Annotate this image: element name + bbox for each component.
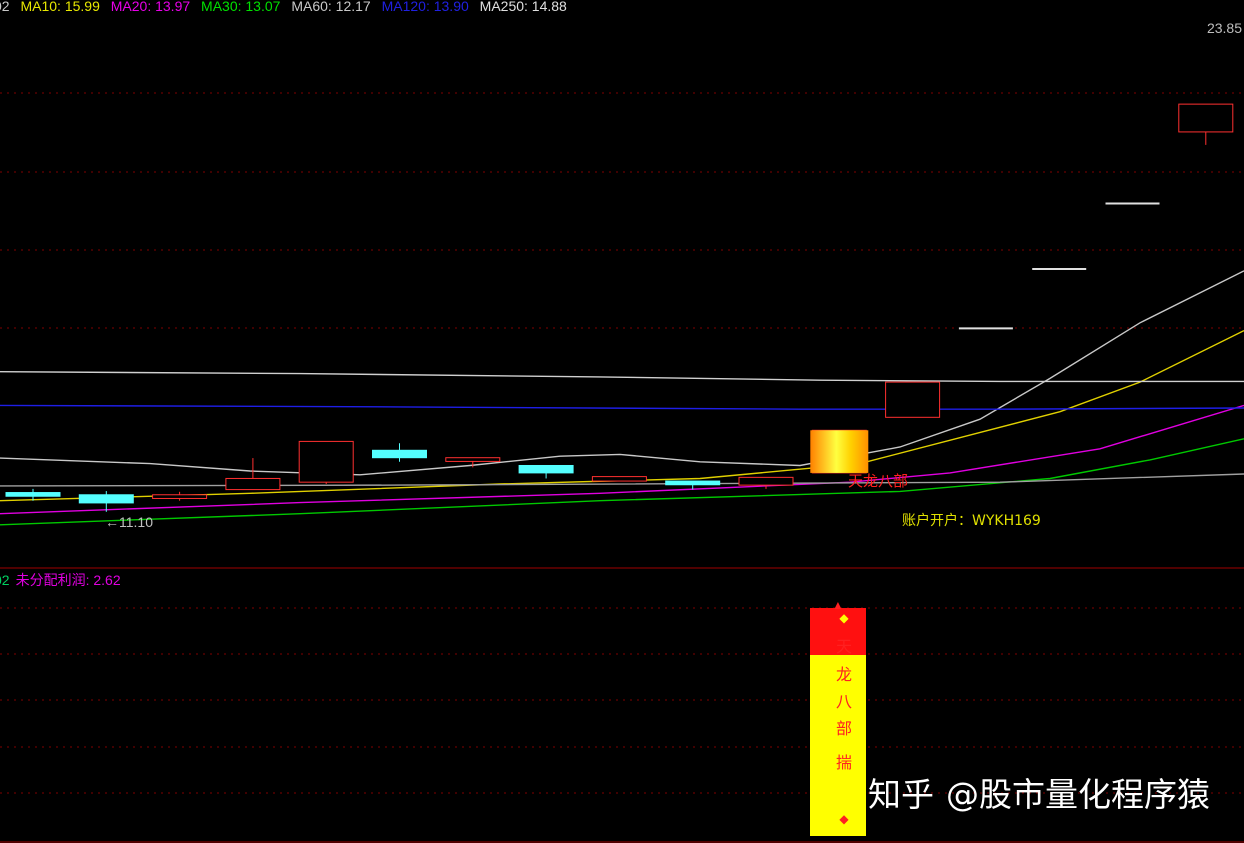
watermark: 知乎 @股市量化程序猿: [868, 768, 1210, 816]
candle-body-up: [298, 440, 354, 483]
sub-panel-label: 未分配利润: 2.62: [15, 572, 121, 588]
signal-arrow-top: ▲: [832, 598, 844, 612]
signal-char: 龙: [836, 665, 852, 684]
signal-column: ▲ ◆ 天 龙 八 部 揣 ◆: [810, 598, 866, 836]
watermark-author: @股市量化程序猿: [946, 775, 1210, 814]
signal-candle-highlight: [810, 430, 869, 473]
candle-body-up: [152, 494, 208, 499]
legend-ma120: MA120: 13.90: [381, 0, 469, 14]
candle-body-down: [518, 464, 574, 474]
legend-ma20: MA20: 13.97: [110, 0, 191, 14]
grid-lines: [0, 92, 1244, 843]
candle-body-up: [1178, 103, 1234, 133]
legend-ma60: MA60: 12.17: [291, 0, 371, 14]
candle-body-up: [885, 381, 941, 418]
candle-body-down: [5, 492, 61, 497]
signal-diamond-top: ◆: [839, 611, 849, 625]
signal-char: 部: [836, 719, 852, 738]
sub-panel-prefix: 02: [0, 572, 10, 588]
candle-body-down: [78, 494, 134, 504]
legend-ma10: MA10: 15.99: [20, 0, 100, 14]
account-label: 账户开户：WYKH169: [902, 512, 1041, 529]
line-ma30: [0, 438, 1244, 526]
signal-label: 天龙八部: [848, 472, 908, 490]
sub-panel-legend: 02 未分配利润: 2.62: [0, 570, 121, 590]
watermark-platform: 知乎: [868, 775, 934, 814]
candle-body-up: [225, 477, 281, 491]
candle-body-down: [372, 449, 427, 459]
signal-char: 揣: [836, 753, 852, 772]
candle-body-up: [591, 476, 647, 482]
ma-lines: [0, 270, 1244, 526]
legend-ma30: MA30: 13.07: [201, 0, 281, 14]
signal-diamond-bottom: ◆: [839, 812, 849, 826]
legend-prefix: 02: [0, 0, 10, 14]
legend-ma250: MA250: 14.88: [479, 0, 567, 14]
signal-char: 八: [836, 692, 852, 711]
signal-char: 天: [836, 637, 852, 656]
line-ma120: [0, 404, 1244, 410]
price-axis-top-label: 23.85: [1206, 20, 1242, 36]
candle-body-down: [665, 480, 721, 486]
line-ma10: [0, 329, 1244, 502]
stock-chart: ←11.10 天龙八部 账户开户：WYKH169 ▲ ◆ 天 龙 八 部 揣 ◆: [0, 92, 1244, 843]
ma-legend: 02 MA10: 15.99 MA20: 13.97 MA30: 13.07 M…: [0, 0, 574, 14]
candle-body-up: [738, 476, 794, 486]
candle-body-up: [445, 457, 501, 462]
low-price-marker: ←11.10: [105, 514, 153, 530]
candles: [5, 103, 1234, 512]
